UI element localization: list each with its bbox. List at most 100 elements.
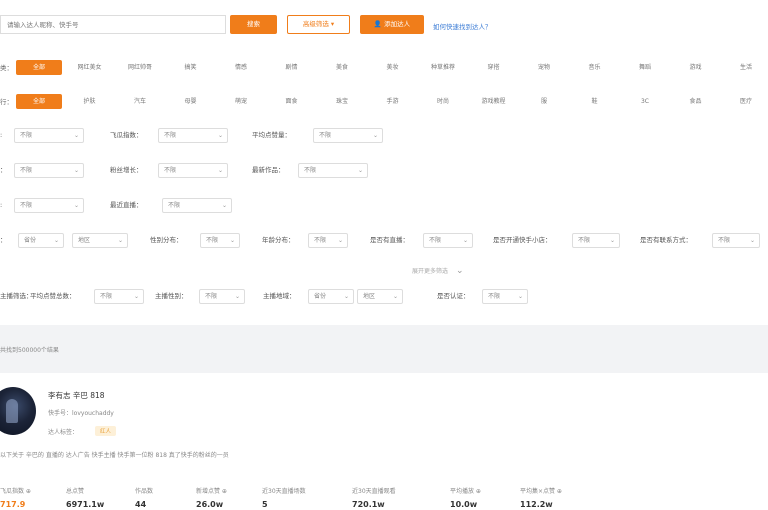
filter-label: 是否有联系方式： [640, 236, 692, 244]
filter-select[interactable]: 不限 ⌄ [572, 233, 620, 248]
stat-value: 44 [135, 500, 147, 509]
filter-chip[interactable]: 鞋 [572, 94, 618, 109]
filter-chip[interactable]: 医疗 [723, 94, 768, 109]
filter-chip[interactable]: 3C [622, 94, 668, 109]
kol-description: 以下关于 辛巴的 直播的 达人广告 快手主播 快手第一位粉 818 真了快手的粉… [0, 452, 229, 459]
chevron-down-icon: ▾ [330, 20, 335, 28]
filter-chip[interactable]: 网红美女 [67, 60, 113, 75]
filter-chip[interactable]: 服 [521, 94, 567, 109]
filter-label: 主播地域： [263, 292, 296, 300]
stat-value: 5 [262, 500, 268, 509]
filter-select[interactable]: 不限 ⌄ [712, 233, 760, 248]
kol-account: 快手号：lovyouchaddy [48, 410, 114, 417]
expand-more-filters[interactable]: 展开更多筛选 ⌄ [412, 266, 463, 276]
filter-select[interactable]: 不限 ⌄ [14, 163, 84, 178]
select-value: 不限 [20, 132, 33, 139]
chevron-down-icon: ⌄ [221, 202, 227, 209]
chevron-down-icon: ⌄ [517, 293, 523, 300]
row7-label: 主播筛选： [0, 292, 33, 300]
stat-value: 720.1w [352, 500, 385, 509]
filter-chip[interactable]: 护肤 [67, 94, 113, 109]
filter-chip[interactable]: 母婴 [168, 94, 214, 109]
search-input[interactable] [0, 15, 226, 34]
filter-chip[interactable]: 全部 [16, 60, 62, 75]
filter-chip[interactable]: 音乐 [572, 60, 618, 75]
filter-chip[interactable]: 情感 [218, 60, 264, 75]
add-kol-button[interactable]: 👤 添加达人 [360, 15, 424, 34]
search-button[interactable]: 搜索 [230, 15, 277, 34]
chevron-down-icon: ⌄ [73, 167, 79, 174]
stat-value: 10.0w [450, 500, 478, 509]
filter-select[interactable]: 不限 ⌄ [308, 233, 348, 248]
filter-select[interactable]: 不限 ⌄ [158, 128, 228, 143]
filter-select[interactable]: 不限 ⌄ [313, 128, 383, 143]
filter-select[interactable]: 不限 ⌄ [200, 233, 240, 248]
filter-chip[interactable]: 美妆 [370, 60, 416, 75]
filter-chip[interactable]: 搞笑 [168, 60, 214, 75]
filter-select[interactable]: 省份 ⌄ [308, 289, 354, 304]
filter-chip[interactable]: 种草推荐 [420, 60, 466, 75]
stat-label: 平均集×点赞 ⊕ [520, 488, 562, 495]
filter-chip[interactable]: 萌宠 [218, 94, 264, 109]
chevron-down-icon: ⌄ [337, 237, 343, 244]
select-value: 省份 [24, 237, 37, 244]
filter-chip[interactable]: 舞蹈 [622, 60, 668, 75]
filter-chip[interactable]: 全部 [16, 94, 62, 109]
filter-select[interactable]: 省份 ⌄ [18, 233, 64, 248]
filter-select[interactable]: 地区 ⌄ [72, 233, 128, 248]
select-value: 不限 [319, 132, 332, 139]
user-icon: 👤 [373, 20, 382, 28]
filter-chip[interactable]: 网红帅哥 [117, 60, 163, 75]
filter-select[interactable]: 地区 ⌄ [357, 289, 403, 304]
filter-select[interactable]: 不限 ⌄ [199, 289, 245, 304]
filter-select[interactable]: 不限 ⌄ [158, 163, 228, 178]
category-label: 类： [0, 64, 13, 72]
filter-chip[interactable]: 游戏 [673, 60, 719, 75]
filter-chip[interactable]: 时尚 [420, 94, 466, 109]
filter-chip[interactable]: 面食 [269, 94, 315, 109]
advanced-filter-button[interactable]: 高级筛选 ▾ [287, 15, 350, 34]
filter-label: 是否认证： [437, 292, 470, 300]
filter-select[interactable]: 不限 ⌄ [298, 163, 368, 178]
filter-chip[interactable]: 手游 [370, 94, 416, 109]
filter-chip[interactable]: 游戏教程 [471, 94, 517, 109]
filter-chip[interactable]: 穿搭 [471, 60, 517, 75]
select-value: 不限 [100, 293, 113, 300]
filter-select[interactable]: 不限 ⌄ [482, 289, 528, 304]
filter-chip[interactable]: 美食 [319, 60, 365, 75]
stat-label: 平均播放 ⊕ [450, 488, 481, 495]
chevron-down-icon: ⌄ [749, 237, 755, 244]
filter-select[interactable]: 不限 ⌄ [423, 233, 473, 248]
filter-select[interactable]: 不限 ⌄ [14, 128, 84, 143]
filter-chip[interactable]: 汽车 [117, 94, 163, 109]
select-value: 地区 [363, 293, 376, 300]
chevron-down-icon: ⌄ [455, 266, 464, 276]
filter-label: 最新作品： [252, 166, 285, 174]
help-link[interactable]: 如何快速找到达人？ [433, 21, 492, 31]
select-value: 不限 [304, 167, 317, 174]
filter-label: 最近直播： [110, 201, 143, 209]
filter-chip[interactable]: 食品 [673, 94, 719, 109]
stat-value: 26.0w [196, 500, 224, 509]
kol-name[interactable]: 李有志 辛巴 818 [48, 390, 105, 401]
chevron-down-icon: ⌄ [609, 237, 615, 244]
select-value: 不限 [20, 167, 33, 174]
filter-select[interactable]: 不限 ⌄ [14, 198, 84, 213]
select-value: 省份 [314, 293, 327, 300]
filter-chip[interactable]: 生活 [723, 60, 768, 75]
select-value: 地区 [78, 237, 91, 244]
chevron-down-icon: ⌄ [53, 237, 59, 244]
filter-chip[interactable]: 宠物 [521, 60, 567, 75]
filter-select[interactable]: 不限 ⌄ [94, 289, 144, 304]
select-value: 不限 [578, 237, 591, 244]
stat-label: 新增点赞 ⊕ [196, 488, 227, 495]
filter-label: 平均点赞量： [252, 131, 291, 139]
chevron-down-icon: ⌄ [462, 237, 468, 244]
filter-chip[interactable]: 剧情 [269, 60, 315, 75]
chevron-down-icon: ⌄ [343, 293, 349, 300]
stat-label: 近30天直播场数 [262, 488, 306, 495]
filter-chip[interactable]: 珠宝 [319, 94, 365, 109]
filter-select[interactable]: 不限 ⌄ [162, 198, 232, 213]
select-value: 不限 [168, 202, 181, 209]
category-filter-row: 类： 全部 网红美女 网红帅哥 搞笑 情感 剧情 美食 美妆 种草推荐 穿搭 宠物 音乐 舞蹈 游戏 生活 [0, 57, 768, 79]
